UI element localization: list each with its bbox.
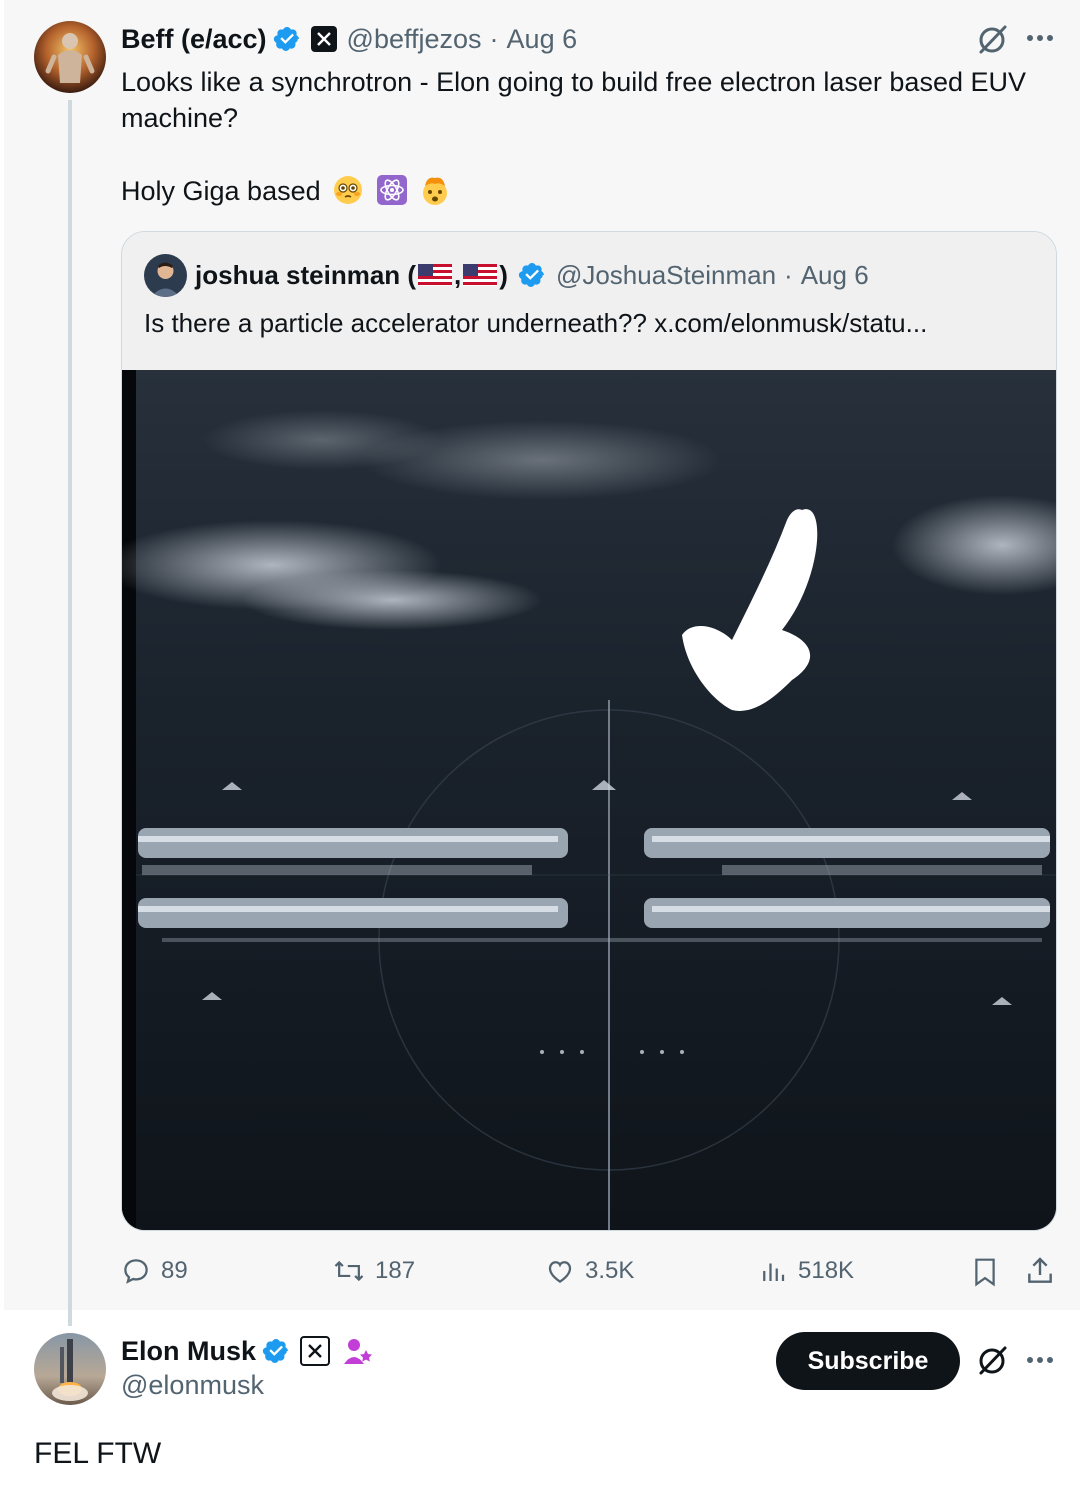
verified-badge-icon — [273, 27, 299, 51]
quoted-tweet-header — [122, 232, 1056, 370]
joshua-handle[interactable]: @JoshuaSteinman — [556, 260, 776, 291]
view-count: 518K — [798, 1257, 855, 1284]
reply-icon — [124, 1259, 148, 1284]
main-tweet-text-2: Holy Giga based — [121, 173, 721, 209]
us-flag-icon — [418, 264, 453, 286]
bookmark-button[interactable] — [970, 1256, 1000, 1293]
tweet-text-line: machine? — [121, 103, 239, 133]
subscribe-button[interactable]: Subscribe — [776, 1332, 960, 1390]
share-button[interactable] — [1024, 1255, 1056, 1292]
main-tweet-header: Beff (e/acc) @beffjezos · Aug 6 — [121, 20, 577, 58]
reply-button[interactable]: 89 — [121, 1256, 188, 1286]
tweet-text-line: Looks like a synchrotron - Elon going to… — [121, 67, 1027, 97]
joshua-date[interactable]: Aug 6 — [801, 260, 869, 291]
beff-date[interactable]: Aug 6 — [507, 24, 578, 55]
like-button[interactable]: 3.5K — [545, 1256, 634, 1286]
analytics-icon — [763, 1263, 785, 1281]
like-count: 3.5K — [585, 1257, 635, 1284]
reply-text: FEL FTW — [34, 1437, 162, 1470]
close-paren: ) — [499, 259, 508, 290]
elon-avatar[interactable] — [34, 1333, 106, 1405]
tweet-text-line: Holy Giga based — [121, 176, 321, 206]
grok-icon[interactable] — [975, 1343, 1009, 1377]
flag-separator: , — [454, 259, 462, 290]
beff-display-name[interactable]: Beff (e/acc) — [121, 24, 267, 55]
joshua-avatar[interactable] — [144, 254, 187, 297]
government-badge-icon — [344, 1339, 373, 1364]
x-affiliate-badge-icon — [300, 1336, 331, 1366]
verified-badge-icon — [518, 263, 544, 287]
reply-count: 89 — [161, 1257, 188, 1284]
date-separator: · — [489, 23, 499, 54]
more-options-icon[interactable] — [1024, 1350, 1056, 1370]
date-separator: · — [784, 259, 793, 290]
elon-display-name[interactable]: Elon Musk — [121, 1336, 256, 1367]
x-affiliate-badge-icon — [310, 26, 337, 52]
reply-header: Elon Musk — [121, 1332, 374, 1370]
repost-count: 187 — [375, 1257, 416, 1284]
atom-symbol-icon — [376, 175, 407, 205]
more-options-icon[interactable] — [1024, 28, 1056, 48]
quoted-tweet-card[interactable] — [121, 231, 1057, 1231]
satellite-image-scene — [122, 370, 1056, 1230]
us-flag-icon — [463, 264, 498, 286]
quoted-tweet-text: Is there a particle accelerator undernea… — [144, 308, 928, 338]
bookmark-icon — [975, 1258, 995, 1287]
elon-handle[interactable]: @elonmusk — [121, 1370, 264, 1401]
views-button[interactable]: 518K — [758, 1256, 854, 1286]
heart-icon — [548, 1261, 572, 1283]
beff-handle[interactable]: @beffjezos — [347, 24, 482, 55]
joshua-display-name[interactable]: joshua steinman ( — [195, 260, 416, 291]
verified-badge-icon — [262, 1339, 288, 1363]
grok-icon[interactable] — [975, 22, 1009, 56]
flushed-face-icon — [334, 176, 363, 204]
main-tweet-text: Looks like a synchrotron - Elon going to… — [121, 64, 1061, 136]
left-edge — [0, 0, 4, 1504]
repost-icon — [334, 1260, 364, 1282]
quoted-tweet-media[interactable] — [122, 370, 1056, 1230]
repost-button[interactable]: 187 — [333, 1256, 415, 1286]
share-icon — [1028, 1257, 1052, 1283]
thread-line — [68, 100, 72, 1326]
exploding-head-icon — [423, 177, 448, 205]
beff-avatar[interactable] — [34, 21, 106, 93]
quoted-tweet-name-row: joshua steinman ( , ) @JoshuaSteinman · … — [195, 258, 869, 292]
